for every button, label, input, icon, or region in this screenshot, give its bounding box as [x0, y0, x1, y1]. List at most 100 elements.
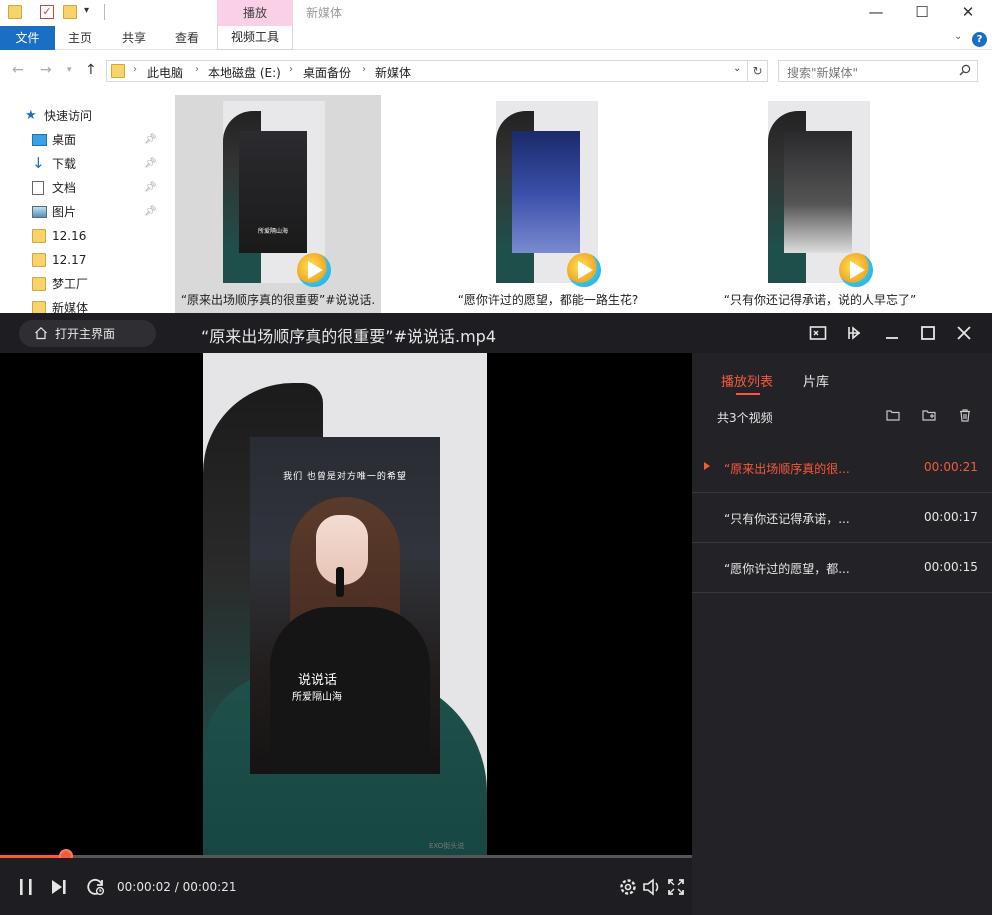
minimize-icon[interactable]: [883, 324, 901, 342]
folder-icon: [8, 5, 22, 19]
tab-library[interactable]: 片库: [803, 371, 829, 390]
chevron-right-icon[interactable]: ›: [195, 64, 199, 75]
playlist-item-duration: 00:00:21: [924, 460, 978, 474]
pin-icon[interactable]: 📌︎: [144, 129, 157, 151]
minimize-button[interactable]: —: [853, 0, 899, 26]
search-input[interactable]: 搜索"新媒体": [778, 60, 978, 82]
tab-home[interactable]: 主页: [68, 26, 92, 50]
playlist-item-title: “原来出场顺序真的很...: [724, 462, 850, 476]
settings-icon[interactable]: [618, 877, 638, 897]
chevron-right-icon[interactable]: ›: [362, 64, 366, 75]
pin-on-top-icon[interactable]: [845, 324, 863, 342]
fullscreen-icon[interactable]: [666, 877, 686, 897]
video-lyric-subtitle: 所爱隔山海: [292, 692, 342, 703]
playlist-item[interactable]: “原来出场顺序真的很... 00:00:21: [692, 443, 992, 493]
video-area[interactable]: 我们 也曾是对方唯一的希望 说说话 所爱隔山海 EXO街头说: [0, 353, 692, 855]
video-lyric-top: 我们 也曾是对方唯一的希望: [283, 472, 407, 482]
close-button[interactable]: ✕: [945, 0, 991, 26]
video-watermark: EXO街头说: [429, 842, 465, 850]
open-main-button[interactable]: 打开主界面: [19, 320, 156, 347]
nav-quick-access[interactable]: ★ 快速访问: [0, 105, 165, 127]
trash-icon[interactable]: [958, 408, 972, 422]
nav-item-folder[interactable]: 梦工厂: [0, 273, 165, 295]
close-icon[interactable]: [955, 324, 973, 342]
tab-share[interactable]: 共享: [122, 26, 146, 50]
document-icon: [32, 181, 44, 195]
playback-mode-icon[interactable]: [86, 877, 106, 897]
volume-icon[interactable]: [642, 877, 662, 897]
file-tile[interactable]: “只有你还记得承诺，说的人早忘了”: [717, 95, 923, 315]
help-icon[interactable]: ?: [972, 32, 987, 47]
video-inset-scene: 我们 也曾是对方唯一的希望 说说话 所爱隔山海: [250, 437, 440, 774]
chevron-right-icon[interactable]: ›: [133, 64, 137, 75]
contextual-tab-group: 播放: [217, 0, 293, 26]
pin-icon[interactable]: 📌︎: [144, 153, 157, 175]
player-title: “原来出场顺序真的很重要”#说说话.mp4: [201, 327, 496, 346]
tab-video-tools[interactable]: 视频工具: [217, 26, 293, 50]
search-icon[interactable]: [959, 64, 971, 76]
forward-arrow-icon[interactable]: →: [40, 62, 52, 78]
customize-quick-access-icon[interactable]: ▾: [84, 5, 89, 16]
refresh-icon[interactable]: ↻: [748, 60, 768, 82]
microphone-icon: [336, 567, 344, 597]
next-icon[interactable]: [49, 877, 69, 897]
chevron-down-icon[interactable]: ⌄: [733, 63, 741, 74]
pin-icon[interactable]: 📌︎: [144, 177, 157, 199]
file-name: “只有你还记得承诺，说的人早忘了”: [723, 293, 917, 307]
playlist-count: 共3个视频: [717, 411, 773, 425]
nav-item-folder[interactable]: 12.17: [0, 249, 165, 271]
nav-item-download[interactable]: ↓ 下载 📌︎: [0, 153, 165, 175]
playlist-item[interactable]: “只有你还记得承诺，... 00:00:17: [692, 493, 992, 543]
playlist-item[interactable]: “愿你许过的愿望，都... 00:00:15: [692, 543, 992, 593]
window-title: 新媒体: [306, 6, 343, 20]
nav-item-pictures[interactable]: 图片 📌︎: [0, 201, 165, 223]
video-player-icon: [567, 253, 601, 287]
explorer-title-bar: ✓ ▾ 播放 新媒体 — ☐ ✕: [0, 0, 992, 26]
maximize-icon[interactable]: [919, 324, 937, 342]
new-folder-icon[interactable]: [63, 5, 77, 19]
tab-file[interactable]: 文件: [0, 26, 55, 50]
breadcrumb-this-pc[interactable]: 此电脑: [147, 64, 183, 81]
maximize-button[interactable]: ☐: [899, 0, 945, 26]
tab-view[interactable]: 查看: [175, 26, 199, 50]
breadcrumb-current[interactable]: 新媒体: [375, 64, 411, 81]
nav-label: 12.17: [52, 253, 87, 267]
properties-icon[interactable]: ✓: [40, 5, 54, 19]
back-arrow-icon[interactable]: ←: [12, 62, 24, 78]
mini-mode-icon[interactable]: [809, 324, 827, 342]
address-bar[interactable]: › 此电脑 › 本地磁盘 (E:) › 桌面备份 › 新媒体 ⌄: [106, 60, 748, 82]
video-player-icon: [839, 253, 873, 287]
nav-label: 文档: [52, 181, 77, 195]
add-to-list-icon[interactable]: [922, 408, 936, 422]
active-tab-indicator: [736, 393, 760, 395]
up-arrow-icon[interactable]: ↑: [85, 62, 97, 78]
star-icon: ★: [25, 108, 37, 123]
player-title-bar: 打开主界面 “原来出场顺序真的很重要”#说说话.mp4: [0, 313, 992, 353]
folder-icon: [32, 229, 46, 243]
nav-item-desktop[interactable]: 桌面 📌︎: [0, 129, 165, 151]
nav-label: 快速访问: [44, 109, 93, 123]
breadcrumb-desktop-backup[interactable]: 桌面备份: [303, 64, 351, 81]
nav-item-folder[interactable]: 12.16: [0, 225, 165, 247]
desktop-icon: [32, 134, 47, 146]
home-icon: [35, 326, 47, 340]
video-player-window: 打开主界面 “原来出场顺序真的很重要”#说说话.mp4 我们 也曾是对方唯一的希…: [0, 313, 992, 915]
nav-label: 12.16: [52, 229, 87, 243]
nav-label: 图片: [52, 205, 77, 219]
nav-label: 桌面: [52, 133, 77, 147]
nav-item-documents[interactable]: 文档 📌︎: [0, 177, 165, 199]
pause-icon[interactable]: [16, 877, 36, 897]
expand-ribbon-icon[interactable]: ⌄: [954, 31, 962, 42]
file-tile[interactable]: “愿你许过的愿望，都能一路生花?: [445, 95, 651, 315]
tab-playlist[interactable]: 播放列表: [721, 371, 773, 390]
recent-locations-icon[interactable]: ▾: [67, 65, 72, 75]
file-tile[interactable]: 所爱隔山海 “原来出场顺序真的很重要”#说说话.: [175, 95, 381, 315]
picture-icon: [32, 206, 47, 218]
download-icon: ↓: [32, 154, 45, 172]
open-main-label: 打开主界面: [55, 327, 116, 341]
playlist-item-duration: 00:00:15: [924, 560, 978, 574]
open-folder-icon[interactable]: [886, 408, 900, 422]
chevron-right-icon[interactable]: ›: [289, 64, 293, 75]
breadcrumb-drive[interactable]: 本地磁盘 (E:): [208, 64, 281, 81]
pin-icon[interactable]: 📌︎: [144, 201, 157, 223]
